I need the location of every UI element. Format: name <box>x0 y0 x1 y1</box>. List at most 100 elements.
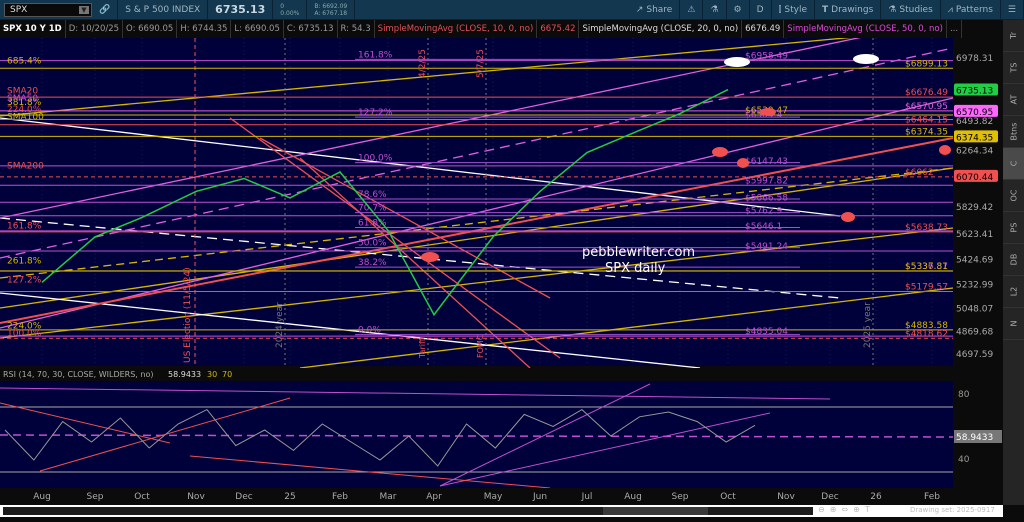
sma20-value: 6676.49 <box>742 20 785 38</box>
level-label: $4818.62 <box>905 329 948 339</box>
drawings-label: Drawings <box>831 4 874 15</box>
time-axis-label: Apr <box>426 492 442 502</box>
symbol-input[interactable]: SPX ▼ <box>4 2 92 17</box>
sma20-study[interactable]: SimpleMovingAvg (CLOSE, 20, 0, no) <box>579 20 743 38</box>
year-2024-label: 2024 year <box>275 302 285 348</box>
flask-icon: ⚗ <box>710 4 719 15</box>
link-icon[interactable]: 🔗 <box>92 0 119 20</box>
side-tab-label: Btns <box>1009 122 1018 141</box>
price-tick: 6493.82 <box>956 117 993 127</box>
flask-button[interactable]: ⚗ <box>703 0 727 20</box>
drawings-button[interactable]: T Drawings <box>815 0 882 20</box>
fib-label-left: 127.2% <box>7 275 42 285</box>
time-axis-label: Aug <box>624 492 642 502</box>
price-chart[interactable]: $6958.49$6899.13$6676.49$6570.95$6539.47… <box>0 38 1003 505</box>
side-tab-btns[interactable]: Btns <box>1003 116 1024 148</box>
side-tab-c[interactable]: C <box>1003 148 1024 180</box>
time-axis-label: Mar <box>380 492 397 502</box>
drawing-set-label[interactable]: Drawing set: 2025-0917 <box>910 506 995 514</box>
range-readout: R: 54.3 <box>338 20 375 38</box>
level-label: $6464.15 <box>905 116 948 126</box>
side-tab-ts[interactable]: TS <box>1003 52 1024 84</box>
side-tab-label: OC <box>1008 189 1018 202</box>
sma50-study[interactable]: SimpleMovingAvg (CLOSE, 50, 0, no) <box>784 20 947 38</box>
side-tab-ps[interactable]: PS <box>1003 212 1024 244</box>
crosshair-icon[interactable]: ⊕ <box>853 505 860 514</box>
style-button[interactable]: ⫿ Style <box>772 0 816 20</box>
right-sidebar-tabs: Tr TS AT Btns C OC PS DB L2 N <box>1003 20 1024 505</box>
net-change-pct: 0.00% <box>280 9 300 17</box>
open-readout: O: 6690.05 <box>123 20 178 38</box>
alert-button[interactable]: ⚠ <box>680 0 704 20</box>
level-label: $6147.43 <box>745 157 788 167</box>
fib-label-mid: 38.2% <box>358 258 387 268</box>
patterns-button[interactable]: ⩘ Patterns <box>941 0 1001 20</box>
fib-label-left: SMA100 <box>7 112 44 122</box>
side-tab-n[interactable]: N <box>1003 308 1024 340</box>
price-tick: 5623.41 <box>956 230 993 240</box>
symbol-value: SPX <box>10 4 28 15</box>
level-label: $5337.81 <box>905 262 948 272</box>
chevron-down-icon[interactable]: ▼ <box>79 5 89 14</box>
rsi-oversold: 30 <box>207 370 217 379</box>
menu-button[interactable]: ☰ <box>1001 0 1024 20</box>
scroll-track[interactable] <box>3 507 813 515</box>
price-tick: 5829.42 <box>956 203 993 213</box>
watermark-title: SPX daily <box>605 261 666 276</box>
level-label: $5491.24 <box>745 242 788 252</box>
side-tab-tr[interactable]: Tr <box>1003 20 1024 52</box>
fib-label-left: 161.8% <box>7 221 42 231</box>
settings-button[interactable]: ⚙ <box>727 0 750 20</box>
time-axis-label: Aug <box>33 492 51 502</box>
side-tab-label: Tr <box>1009 32 1018 39</box>
side-tab-oc[interactable]: OC <box>1003 180 1024 212</box>
rsi-study-label[interactable]: RSI (14, 70, 30, CLOSE, WILDERS, no) <box>3 370 153 379</box>
side-tab-at[interactable]: AT <box>1003 84 1024 116</box>
text-tool-icon[interactable]: T <box>865 505 870 514</box>
time-axis-label: Feb <box>924 492 940 502</box>
price-badge-label: 6570.95 <box>956 108 993 118</box>
menu-icon: ☰ <box>1007 4 1016 15</box>
share-button[interactable]: ↗ Share <box>629 0 681 20</box>
zoom-in-icon[interactable]: ⊕ <box>830 505 837 514</box>
chart-info-bar: SPX 10 Y 1D D: 10/20/25 O: 6690.05 H: 67… <box>0 20 1000 38</box>
chart-scrollbar[interactable]: ⊖ ⊕ ⇔ ⊕ T Drawing set: 2025-0917 <box>0 505 1003 517</box>
share-label: Share <box>646 4 673 15</box>
style-label: Style <box>784 4 808 15</box>
share-icon: ↗ <box>635 4 644 15</box>
fomc-label: FOMC <box>476 334 485 358</box>
price-tick: 5232.99 <box>956 281 993 291</box>
chart-title: SPX 10 Y 1D <box>0 20 66 38</box>
fib-label-mid: 0.0% <box>358 326 381 336</box>
ask: A: 6767.18 <box>314 9 348 17</box>
side-tab-db[interactable]: DB <box>1003 244 1024 276</box>
side-tab-label: TS <box>1009 62 1018 73</box>
sma10-study[interactable]: SimpleMovingAvg (CLOSE, 10, 0, no) <box>375 20 538 38</box>
pan-icon[interactable]: ⇔ <box>841 505 848 514</box>
time-axis-label: Dec <box>821 492 838 502</box>
side-tab-label: L2 <box>1008 286 1018 297</box>
last-price: 6735.13 <box>208 0 274 20</box>
rsi-tick-80: 80 <box>958 390 970 400</box>
rsi-badge-value: 58.9433 <box>956 433 993 443</box>
level-label: $6062 <box>905 168 934 178</box>
rsi-overbought: 70 <box>222 370 232 379</box>
time-axis-label: Oct <box>134 492 150 502</box>
price-tick: 4869.68 <box>956 328 993 338</box>
price-tick: 4697.59 <box>956 350 993 360</box>
studies-label: Studies <box>899 4 933 15</box>
side-tab-l2[interactable]: L2 <box>1003 276 1024 308</box>
zoom-out-icon[interactable]: ⊖ <box>818 505 825 514</box>
scroll-thumb[interactable] <box>603 507 708 515</box>
more-studies[interactable]: ... <box>947 20 963 38</box>
level-label: $5638.73 <box>905 223 948 233</box>
fib-label-left: 685.4% <box>7 57 42 67</box>
rsi-value-readout: 58.9433 <box>168 370 201 379</box>
period-button[interactable]: D <box>750 0 772 20</box>
studies-button[interactable]: ⚗ Studies <box>881 0 941 20</box>
price-tick: 5048.07 <box>956 305 993 315</box>
date-readout: D: 10/20/25 <box>66 20 124 38</box>
time-axis-label: Dec <box>235 492 252 502</box>
close-readout: C: 6735.13 <box>284 20 338 38</box>
rsi-tick-40: 40 <box>958 455 970 465</box>
